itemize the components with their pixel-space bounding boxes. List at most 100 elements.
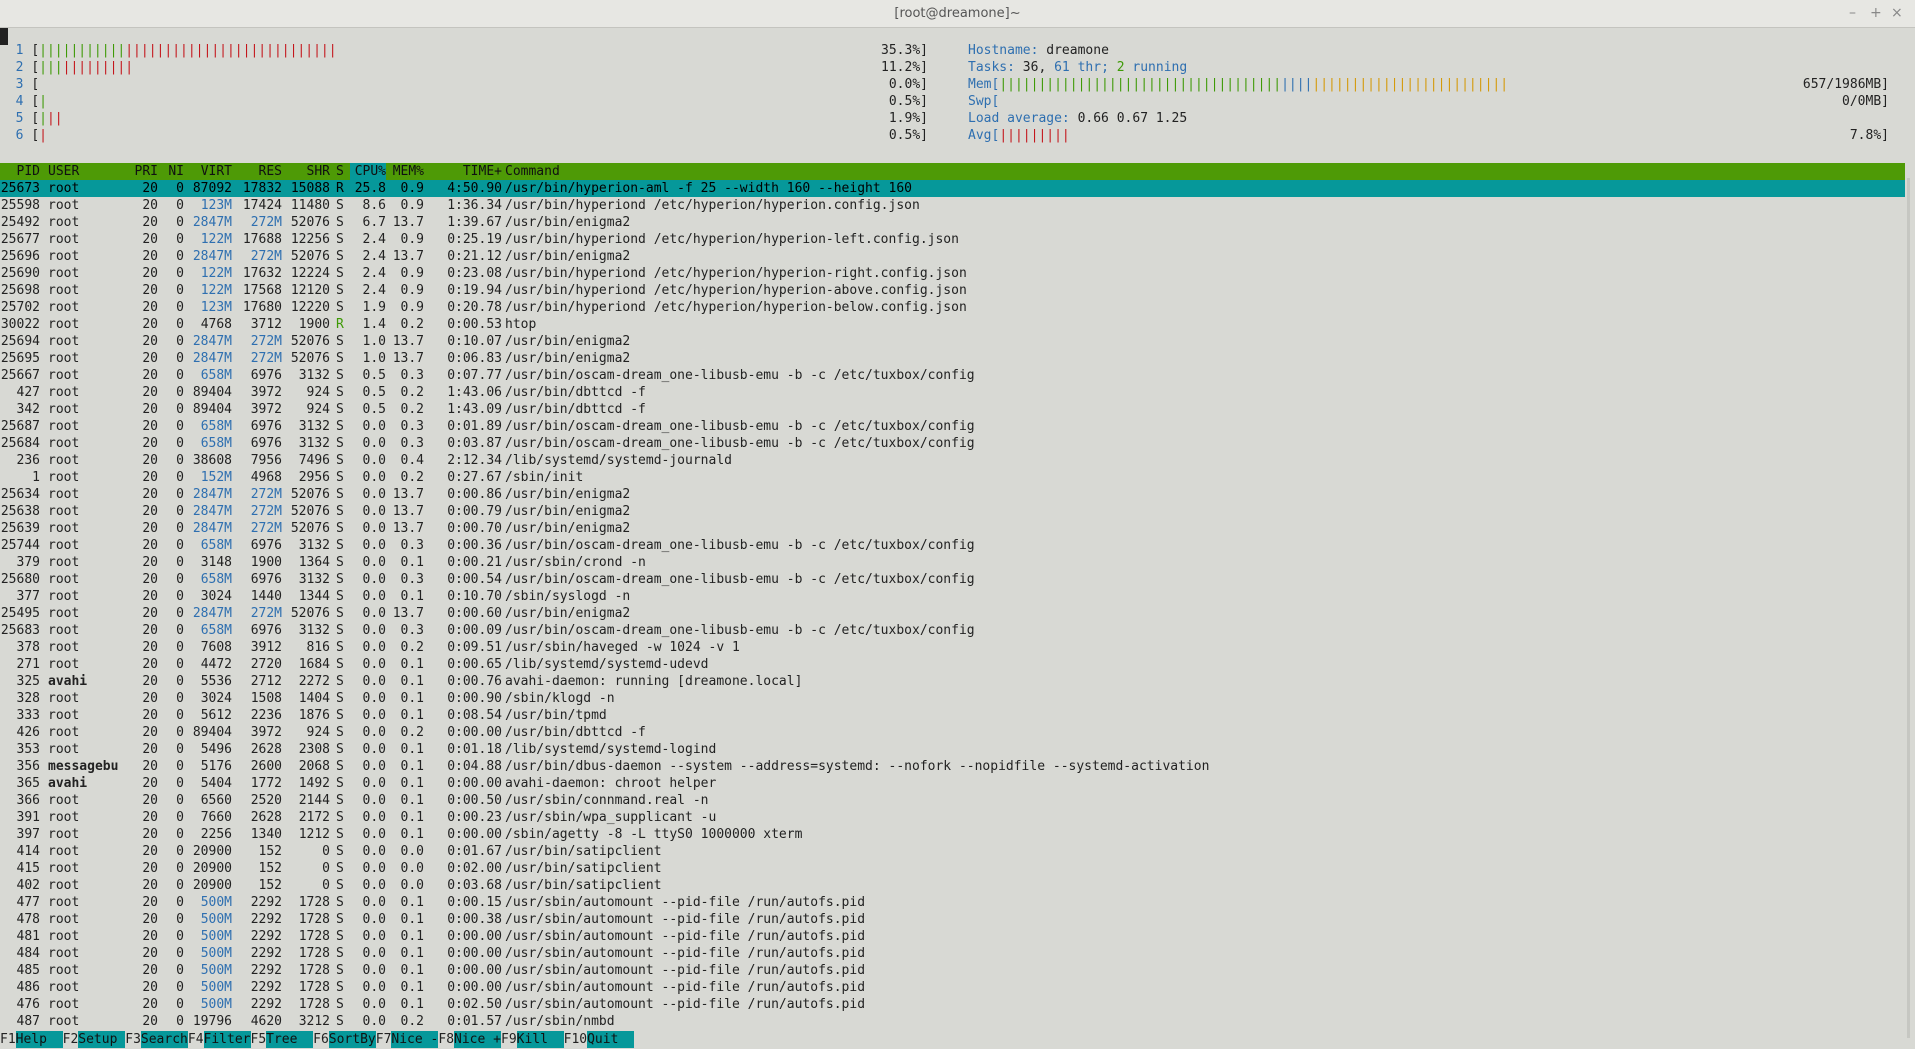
column-header-mem-percent[interactable]: MEM%	[390, 163, 424, 180]
function-key-f4[interactable]: F4	[188, 1031, 204, 1048]
cell-pid: 487	[16, 1014, 40, 1029]
process-row[interactable]: 379 root 20 0 3148 1900 1364 S 0.0 0.1 0:00.21/usr…	[0, 554, 1905, 571]
process-row[interactable]: 236 root 20 0 38608 7956 7496 S 0.0 0.4 2:12.34/li…	[0, 452, 1905, 469]
process-row[interactable]: 25639 root 20 0 2847M 272M 52076 S 0.0 13.7 0:00.7…	[0, 520, 1905, 537]
function-key-f8[interactable]: F8	[438, 1031, 454, 1048]
scrollbar[interactable]	[1906, 178, 1911, 1038]
process-row[interactable]: 271 root 20 0 4472 2720 1684 S 0.0 0.1 0:00.65/lib…	[0, 656, 1905, 673]
process-row[interactable]: 377 root 20 0 3024 1440 1344 S 0.0 0.1 0:10.70/sbi…	[0, 588, 1905, 605]
function-key-f1[interactable]: F1	[0, 1031, 16, 1048]
process-row[interactable]: 328 root 20 0 3024 1508 1404 S 0.0 0.1 0:00.90/sbi…	[0, 690, 1905, 707]
function-key-f3[interactable]: F3	[125, 1031, 141, 1048]
process-row[interactable]: 476 root 20 0 500M 2292 1728 S 0.0 0.1 0:02.50/usr…	[0, 996, 1905, 1013]
process-row[interactable]: 402 root 20 0 20900 152 0 S 0.0 0.0 0:03.68/usr/bi…	[0, 877, 1905, 894]
process-row[interactable]: 484 root 20 0 500M 2292 1728 S 0.0 0.1 0:00.00/usr…	[0, 945, 1905, 962]
process-row[interactable]: 478 root 20 0 500M 2292 1728 S 0.0 0.1 0:00.38/usr…	[0, 911, 1905, 928]
process-row[interactable]: 25695 root 20 0 2847M 272M 52076 S 1.0 13.7 0:06.8…	[0, 350, 1905, 367]
process-row[interactable]: 353 root 20 0 5496 2628 2308 S 0.0 0.1 0:01.18/lib…	[0, 741, 1905, 758]
function-key-label[interactable]: Help	[15, 1031, 63, 1048]
process-row[interactable]: 25684 root 20 0 658M 6976 3132 S 0.0 0.3 0:03.87/u…	[0, 435, 1905, 452]
process-row[interactable]: 25698 root 20 0 122M 17568 12120 S 2.4 0.9 0:19.94…	[0, 282, 1905, 299]
cell-nice: 0	[176, 776, 184, 791]
process-row[interactable]: 25694 root 20 0 2847M 272M 52076 S 1.0 13.7 0:10.0…	[0, 333, 1905, 350]
function-key-label[interactable]: Nice -	[391, 1031, 439, 1048]
column-header-command[interactable]: Command	[505, 163, 1895, 180]
process-row[interactable]: 342 root 20 0 89404 3972 924 S 0.5 0.2 1:43.09/usr…	[0, 401, 1905, 418]
column-header-res[interactable]: RES	[238, 163, 282, 180]
function-key-label[interactable]: Tree	[266, 1031, 314, 1048]
process-row[interactable]: 25492 root 20 0 2847M 272M 52076 S 6.7 13.7 1:39.6…	[0, 214, 1905, 231]
cell-cpu-percent: 0.0	[362, 521, 386, 536]
process-row[interactable]: 25495 root 20 0 2847M 272M 52076 S 0.0 13.7 0:00.6…	[0, 605, 1905, 622]
cell-cpu-percent: 0.0	[362, 725, 386, 740]
process-row[interactable]: 25744 root 20 0 658M 6976 3132 S 0.0 0.3 0:00.36/u…	[0, 537, 1905, 554]
process-row[interactable]: 485 root 20 0 500M 2292 1728 S 0.0 0.1 0:00.00/usr…	[0, 962, 1905, 979]
process-row[interactable]: 25667 root 20 0 658M 6976 3132 S 0.5 0.3 0:07.77/u…	[0, 367, 1905, 384]
function-key-label[interactable]: Kill	[516, 1031, 564, 1048]
process-row[interactable]: 25638 root 20 0 2847M 272M 52076 S 0.0 13.7 0:00.7…	[0, 503, 1905, 520]
process-row[interactable]: 25598 root 20 0 123M 17424 11480 S 8.6 0.9 1:36.34…	[0, 197, 1905, 214]
process-row[interactable]: 25683 root 20 0 658M 6976 3132 S 0.0 0.3 0:00.09/u…	[0, 622, 1905, 639]
cell-cpu-percent: 0.0	[362, 640, 386, 655]
process-row[interactable]: 30022 root 20 0 4768 3712 1900 R 1.4 0.2 0:00.53 ht…	[0, 316, 1905, 333]
maximize-button[interactable]: +	[1870, 5, 1882, 21]
function-key-f2[interactable]: F2	[63, 1031, 79, 1048]
function-key-label[interactable]: SortBy	[328, 1031, 376, 1048]
process-row[interactable]: 481 root 20 0 500M 2292 1728 S 0.0 0.1 0:00.00/usr…	[0, 928, 1905, 945]
cell-mem-percent: 0.1	[400, 674, 424, 689]
process-row[interactable]: 477 root 20 0 500M 2292 1728 S 0.0 0.1 0:00.15/usr…	[0, 894, 1905, 911]
function-key-f10[interactable]: F10	[564, 1031, 587, 1048]
function-key-label[interactable]: Quit	[587, 1031, 635, 1048]
column-header-priority[interactable]: PRI	[130, 163, 158, 180]
column-header-pid[interactable]: PID	[0, 163, 40, 180]
function-key-f5[interactable]: F5	[251, 1031, 267, 1048]
process-row[interactable]: 1 root 20 0 152M 4968 2956 S 0.0 0.2 0:27.67/sbin/…	[0, 469, 1905, 486]
process-row[interactable]: 25634 root 20 0 2847M 272M 52076 S 0.0 13.7 0:00.8…	[0, 486, 1905, 503]
function-key-label[interactable]: Filter	[203, 1031, 251, 1048]
process-row[interactable]: 25696 root 20 0 2847M 272M 52076 S 2.4 13.7 0:21.1…	[0, 248, 1905, 265]
column-header-time[interactable]: TIME+	[430, 163, 502, 180]
terminal-area[interactable]: 1 [|||||||||||||||||||||||||||||||||||||…	[0, 28, 1915, 1049]
column-header-shr[interactable]: SHR	[288, 163, 330, 180]
column-header-state[interactable]: S	[336, 163, 346, 180]
minimize-button[interactable]: –	[1849, 5, 1856, 21]
process-row[interactable]: 365 avahi 20 0 5404 1772 1492 S 0.0 0.1 0:00.00 ava…	[0, 775, 1905, 792]
column-header-virt[interactable]: VIRT	[186, 163, 232, 180]
column-header-cpu-percent[interactable]: CPU%	[350, 163, 386, 180]
column-header-nice[interactable]: NI	[160, 163, 184, 180]
process-row[interactable]: 325 avahi 20 0 5536 2712 2272 S 0.0 0.1 0:00.76 ava…	[0, 673, 1905, 690]
function-key-label[interactable]: Setup	[78, 1031, 126, 1048]
cell-priority: 20	[142, 895, 158, 910]
process-row[interactable]: 333 root 20 0 5612 2236 1876 S 0.0 0.1 0:08.54/usr…	[0, 707, 1905, 724]
process-row[interactable]: 414 root 20 0 20900 152 0 S 0.0 0.0 0:01.67/usr/bi…	[0, 843, 1905, 860]
column-header-user[interactable]: USER	[48, 163, 128, 180]
process-row[interactable]: 25680 root 20 0 658M 6976 3132 S 0.0 0.3 0:00.54/u…	[0, 571, 1905, 588]
process-row[interactable]: 25702 root 20 0 123M 17680 12220 S 1.9 0.9 0:20.78…	[0, 299, 1905, 316]
function-key-f9[interactable]: F9	[501, 1031, 517, 1048]
process-list[interactable]: 25673 root 20 0 87092 17832 15088 R 25.8 0.9 4:50.…	[0, 180, 1905, 1030]
process-row[interactable]: 25690 root 20 0 122M 17632 12224 S 2.4 0.9 0:23.08…	[0, 265, 1905, 282]
close-button[interactable]: ×	[1891, 5, 1903, 21]
cell-nice: 0	[176, 912, 184, 927]
process-row[interactable]: 397 root 20 0 2256 1340 1212 S 0.0 0.1 0:00.00/sbi…	[0, 826, 1905, 843]
cell-pid: 25702	[0, 300, 40, 315]
process-row[interactable]: 415 root 20 0 20900 152 0 S 0.0 0.0 0:02.00/usr/bi…	[0, 860, 1905, 877]
process-row[interactable]: 427 root 20 0 89404 3972 924 S 0.5 0.2 1:43.06/usr…	[0, 384, 1905, 401]
process-row[interactable]: 426 root 20 0 89404 3972 924 S 0.0 0.2 0:00.00/usr…	[0, 724, 1905, 741]
cell-shr: 1728	[298, 980, 330, 995]
process-row[interactable]: 391 root 20 0 7660 2628 2172 S 0.0 0.1 0:00.23/usr…	[0, 809, 1905, 826]
function-key-label[interactable]: Nice +	[454, 1031, 501, 1048]
process-row[interactable]: 378 root 20 0 7608 3912 816 S 0.0 0.2 0:09.51/usr/…	[0, 639, 1905, 656]
process-row[interactable]: 356 messagebu 20 0 5176 2600 2068 S 0.0 0.1 0:04.8…	[0, 758, 1905, 775]
function-key-f6[interactable]: F6	[313, 1031, 329, 1048]
function-key-label[interactable]: Search	[140, 1031, 188, 1048]
cell-res: 2236	[250, 708, 282, 723]
process-row[interactable]: 487 root 20 0 19796 4620 3212 S 0.0 0.2 0:01.57/us…	[0, 1013, 1905, 1030]
process-row[interactable]: 25687 root 20 0 658M 6976 3132 S 0.0 0.3 0:01.89/u…	[0, 418, 1905, 435]
process-row[interactable]: 486 root 20 0 500M 2292 1728 S 0.0 0.1 0:00.00/usr…	[0, 979, 1905, 996]
process-row[interactable]: 25673 root 20 0 87092 17832 15088 R 25.8 0.9 4:50.…	[0, 180, 1905, 197]
process-table-header[interactable]: PID USER PRI NI VIRT RES SHR S CPU% MEM% TIME+ Comm…	[0, 163, 1905, 180]
process-row[interactable]: 366 root 20 0 6560 2520 2144 S 0.0 0.1 0:00.50/usr…	[0, 792, 1905, 809]
function-key-f7[interactable]: F7	[376, 1031, 392, 1048]
process-row[interactable]: 25677 root 20 0 122M 17688 12256 S 2.4 0.9 0:25.19…	[0, 231, 1905, 248]
